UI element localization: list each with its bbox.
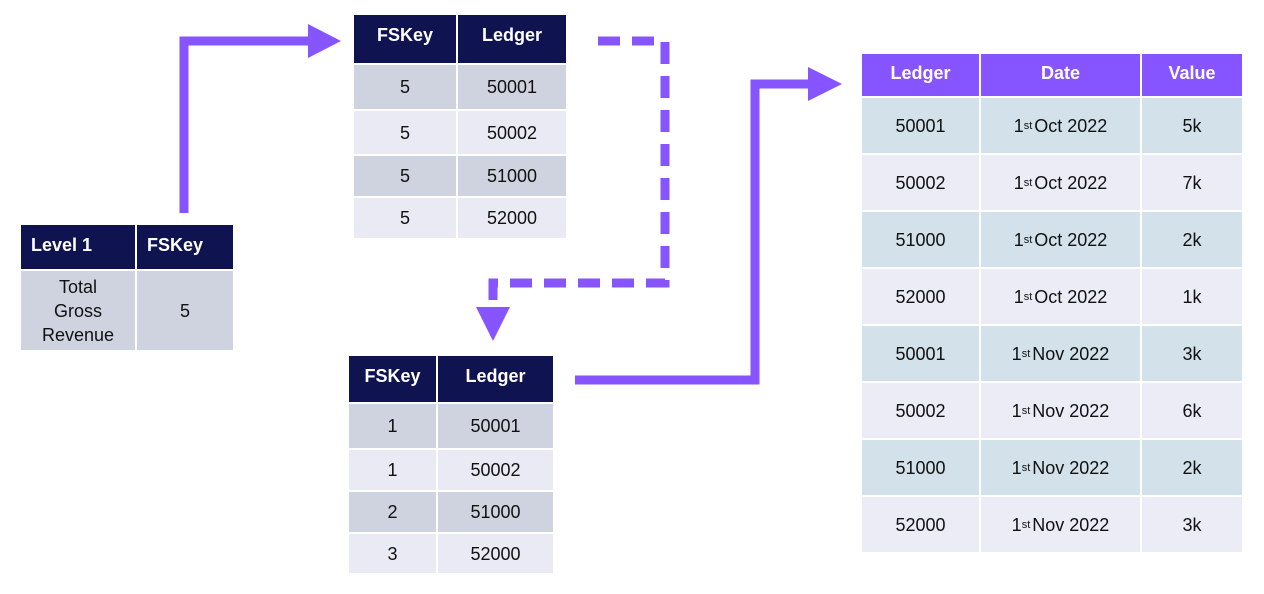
arrow-level-to-top-table bbox=[179, 36, 312, 213]
date-month-year: Oct 2022 bbox=[1034, 172, 1108, 193]
date-month-year: Nov 2022 bbox=[1032, 400, 1110, 421]
cell-ledger: 50001 bbox=[438, 404, 553, 448]
cell-ledger: 52000 bbox=[458, 198, 566, 238]
cell-fskey: 5 bbox=[137, 271, 233, 350]
level-table: Level 1 FSKey Total Gross Revenue 5 bbox=[21, 225, 233, 350]
cell-ledger: 52000 bbox=[438, 534, 553, 573]
arrow-bottom-to-ledger-table bbox=[575, 79, 812, 385]
cell-ledger: 50002 bbox=[438, 450, 553, 490]
cell-value: 2k bbox=[1142, 440, 1242, 495]
date-ordinal-suffix: st bbox=[1021, 461, 1031, 474]
date-day: 1 bbox=[1011, 343, 1022, 364]
cell-date: 1st Nov 2022 bbox=[981, 440, 1140, 495]
ledger-values-table: Ledger Date Value 50001 1st Oct 2022 5k 50002 1 s… bbox=[862, 54, 1242, 552]
cell-fskey: 1 bbox=[349, 404, 436, 448]
cell-ledger: 51000 bbox=[862, 440, 979, 495]
header-ledger: Ledger bbox=[458, 15, 566, 63]
cell-fskey: 2 bbox=[349, 492, 436, 532]
cell-ledger: 52000 bbox=[862, 269, 979, 324]
date-ordinal-suffix: st bbox=[1023, 176, 1033, 189]
cell-date: 1st Nov 2022 bbox=[981, 326, 1140, 381]
header-ledger: Ledger bbox=[862, 54, 979, 96]
cell-value: 3k bbox=[1142, 497, 1242, 552]
cell-fskey: 5 bbox=[354, 198, 456, 238]
cell-ledger: 52000 bbox=[862, 497, 979, 552]
fskey-ledger-table-top: FSKey Ledger 5 50001 5 50002 5 51000 5 52000 bbox=[354, 15, 566, 238]
date-ordinal-suffix: st bbox=[1023, 290, 1033, 303]
cell-fskey: 5 bbox=[354, 65, 456, 109]
cell-value: 6k bbox=[1142, 383, 1242, 438]
cell-fskey: 5 bbox=[354, 111, 456, 154]
cell-ledger: 50001 bbox=[458, 65, 566, 109]
header-level-1: Level 1 bbox=[21, 225, 135, 269]
date-ordinal-suffix: st bbox=[1023, 233, 1033, 246]
date-day: 1 bbox=[1013, 286, 1024, 307]
cell-level: Total Gross Revenue bbox=[21, 271, 135, 350]
arrowhead-right bbox=[808, 67, 842, 101]
cell-date: 1st Nov 2022 bbox=[981, 383, 1140, 438]
date-day: 1 bbox=[1013, 229, 1024, 250]
cell-date: 1st Nov 2022 bbox=[981, 497, 1140, 552]
cell-value: 7k bbox=[1142, 155, 1242, 210]
cell-value: 5k bbox=[1142, 98, 1242, 153]
header-fskey: FSKey bbox=[349, 356, 436, 402]
cell-fskey: 5 bbox=[354, 156, 456, 196]
date-day: 1 bbox=[1013, 172, 1024, 193]
cell-fskey: 1 bbox=[349, 450, 436, 490]
date-ordinal-suffix: st bbox=[1021, 347, 1031, 360]
cell-ledger: 50002 bbox=[862, 155, 979, 210]
header-date: Date bbox=[981, 54, 1140, 96]
date-day: 1 bbox=[1011, 457, 1022, 478]
date-ordinal-suffix: st bbox=[1021, 518, 1031, 531]
header-fskey: FSKey bbox=[137, 225, 233, 269]
date-day: 1 bbox=[1013, 115, 1024, 136]
header-ledger: Ledger bbox=[438, 356, 553, 402]
header-fskey: FSKey bbox=[354, 15, 456, 63]
cell-ledger: 51000 bbox=[438, 492, 553, 532]
date-month-year: Nov 2022 bbox=[1032, 343, 1110, 364]
cell-ledger: 50001 bbox=[862, 326, 979, 381]
cell-value: 2k bbox=[1142, 212, 1242, 267]
cell-ledger: 50002 bbox=[862, 383, 979, 438]
cell-date: 1st Oct 2022 bbox=[981, 269, 1140, 324]
arrowhead-right bbox=[308, 24, 341, 58]
header-value: Value bbox=[1142, 54, 1242, 96]
date-month-year: Oct 2022 bbox=[1034, 115, 1108, 136]
cell-value: 1k bbox=[1142, 269, 1242, 324]
date-ordinal-suffix: st bbox=[1023, 119, 1033, 132]
cell-date: 1st Oct 2022 bbox=[981, 98, 1140, 153]
date-month-year: Nov 2022 bbox=[1032, 457, 1110, 478]
date-day: 1 bbox=[1011, 400, 1022, 421]
date-month-year: Oct 2022 bbox=[1034, 286, 1108, 307]
cell-value: 3k bbox=[1142, 326, 1242, 381]
cell-ledger: 50001 bbox=[862, 98, 979, 153]
cell-ledger: 51000 bbox=[458, 156, 566, 196]
cell-fskey: 3 bbox=[349, 534, 436, 573]
cell-ledger: 50002 bbox=[458, 111, 566, 154]
arrowhead-down bbox=[476, 307, 510, 341]
cell-date: 1st Oct 2022 bbox=[981, 155, 1140, 210]
fskey-ledger-table-bottom: FSKey Ledger 1 50001 1 50002 2 51000 3 52000 bbox=[349, 356, 553, 573]
cell-date: 1st Oct 2022 bbox=[981, 212, 1140, 267]
cell-ledger: 51000 bbox=[862, 212, 979, 267]
date-month-year: Nov 2022 bbox=[1032, 514, 1110, 535]
date-day: 1 bbox=[1011, 514, 1022, 535]
date-month-year: Oct 2022 bbox=[1034, 229, 1108, 250]
date-ordinal-suffix: st bbox=[1021, 404, 1031, 417]
